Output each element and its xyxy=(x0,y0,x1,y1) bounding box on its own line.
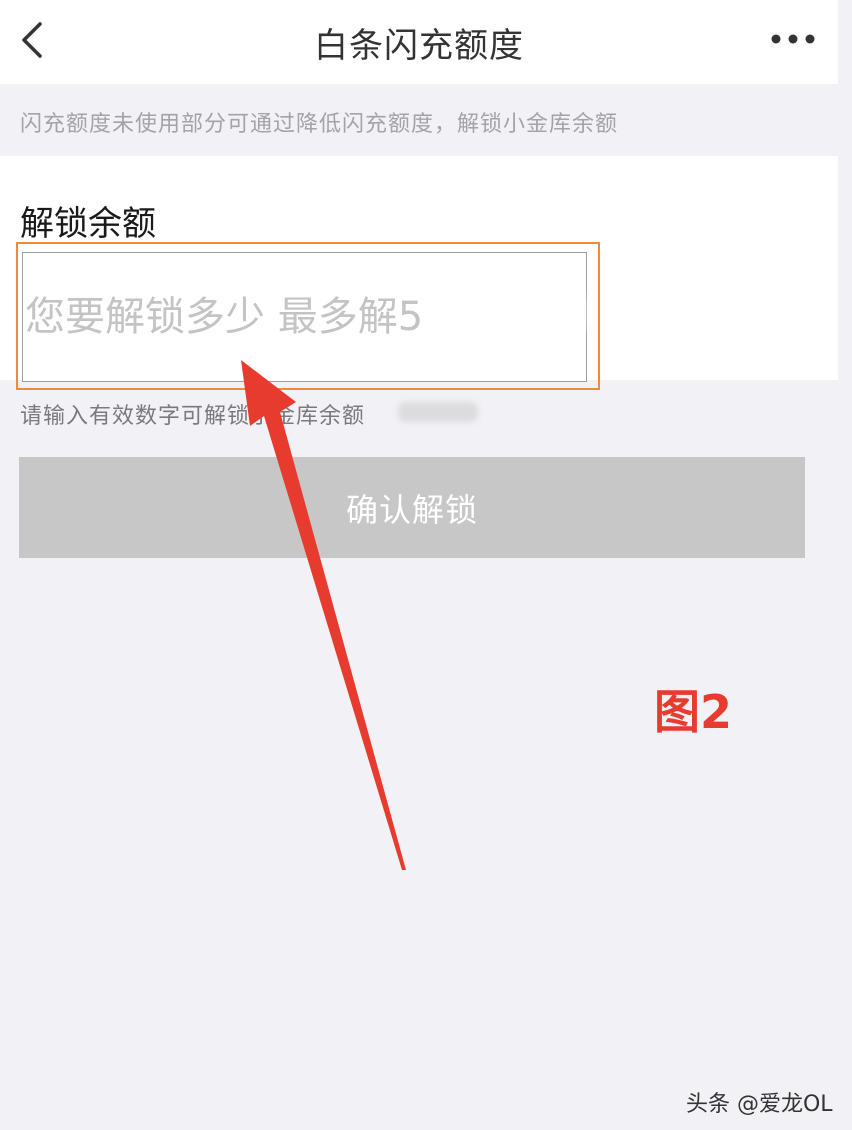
page-title: 白条闪充额度 xyxy=(314,26,524,66)
notice-banner: 闪充额度未使用部分可通过降低闪充额度，解锁小金库余额 xyxy=(0,84,852,156)
input-hint: 请输入有效数字可解锁小金库余额 xyxy=(20,404,366,429)
confirm-unlock-button[interactable]: 确认解锁 xyxy=(19,457,805,558)
blurred-max-amount xyxy=(462,292,584,334)
more-dots-icon xyxy=(771,34,815,44)
header-bar: 白条闪充额度 xyxy=(0,0,838,84)
figure-label: 图2 xyxy=(654,685,733,739)
unlock-amount-label: 解锁余额 xyxy=(20,204,156,244)
watermark: 头条 @爱龙OL xyxy=(686,1092,833,1117)
more-options-button[interactable] xyxy=(764,24,824,54)
blurred-hint-amount xyxy=(398,402,478,422)
notice-text: 闪充额度未使用部分可通过降低闪充额度，解锁小金库余额 xyxy=(20,112,619,137)
